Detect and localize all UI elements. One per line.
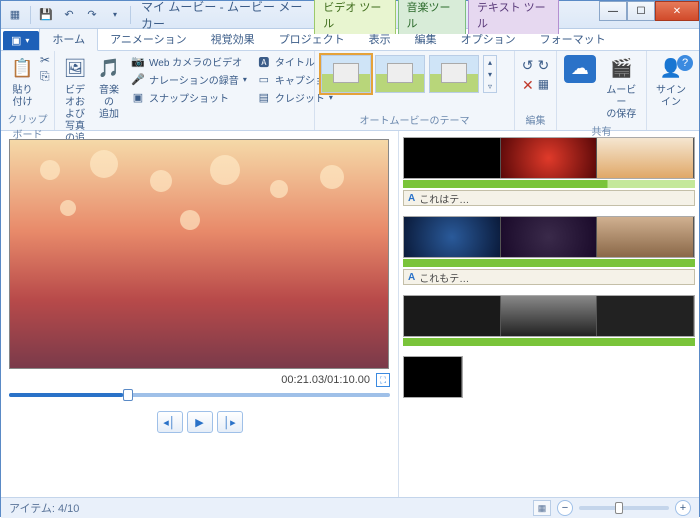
caption-icon: ▭ [257, 73, 271, 87]
theme-thumb-2[interactable] [375, 55, 425, 93]
ribbon: 📋 貼り 付け ✂ ⎘ クリップボード 🖼 ビデオおよび 写真の追加 🎵 音楽の… [1, 51, 699, 131]
save-icon[interactable]: 💾 [36, 5, 56, 25]
seek-thumb[interactable] [123, 389, 133, 401]
select-all-icon[interactable]: ▦ [538, 77, 549, 94]
group-share-label: 共有 [561, 123, 642, 139]
prev-frame-button[interactable]: ◂│ [157, 411, 183, 433]
undo-icon[interactable]: ↶ [59, 5, 79, 25]
snapshot-button[interactable]: ▣スナップショット [127, 89, 251, 106]
theme-thumb-3[interactable] [429, 55, 479, 93]
preview-video[interactable] [9, 139, 389, 369]
theme-thumb-1[interactable] [321, 55, 371, 93]
narration-button[interactable]: 🎤ナレーションの録音▾ [127, 71, 251, 88]
file-tab[interactable]: ▣▾ [3, 31, 39, 50]
fullscreen-icon[interactable]: ⛶ [376, 373, 390, 387]
title-icon: 🅰 [257, 55, 271, 69]
contextual-tabs: ビデオ ツール 音楽ツール テキスト ツール [314, 0, 559, 34]
close-button[interactable]: ✕ [655, 1, 699, 21]
preview-pane: 00:21.03/01:10.00 ⛶ ◂│ ▶ │▸ [1, 131, 399, 497]
text-overlay-2[interactable]: Aこれもテ… [403, 269, 695, 285]
group-edit-label: 編集 [519, 112, 552, 128]
group-themes-label: オートムービーのテーマ [319, 112, 510, 128]
snapshot-icon: ▣ [131, 91, 145, 105]
context-tab-video[interactable]: ビデオ ツール [314, 0, 395, 34]
minimize-button[interactable]: — [599, 1, 627, 21]
timeline-pane[interactable]: Aこれはテ… Aこれもテ… [399, 131, 699, 497]
window-title: マイ ムービー - ムービー メーカー [141, 0, 314, 32]
rotate-right-icon[interactable]: ↻ [538, 57, 550, 74]
time-display: 00:21.03/01:10.00 [281, 374, 370, 386]
clip-row-2[interactable]: Aこれもテ… [403, 216, 695, 285]
media-icon: 🖼 [61, 55, 89, 83]
tab-home[interactable]: ホーム [39, 27, 98, 51]
qat-dropdown-icon[interactable]: ▾ [105, 5, 125, 25]
seek-bar[interactable] [9, 393, 390, 397]
context-tab-text[interactable]: テキスト ツール [468, 0, 559, 34]
zoom-out-button[interactable]: − [557, 500, 573, 516]
next-frame-button[interactable]: │▸ [217, 411, 243, 433]
delete-icon[interactable]: ✕ [522, 77, 534, 94]
onedrive-button[interactable]: ☁ [561, 53, 599, 87]
copy-icon[interactable]: ⎘ [40, 69, 50, 84]
view-thumbnails-icon[interactable]: ▦ [533, 500, 551, 516]
paste-icon: 📋 [8, 55, 36, 83]
workspace: 00:21.03/01:10.00 ⛶ ◂│ ▶ │▸ Aこれはテ… [1, 131, 699, 497]
help-icon[interactable]: ? [677, 55, 693, 71]
save-movie-icon: 🎬 [607, 55, 635, 83]
save-movie-button[interactable]: 🎬 ムービー の保存 [601, 53, 642, 123]
add-music-button[interactable]: 🎵 音楽の 追加 [93, 53, 125, 123]
play-controls: ◂│ ▶ │▸ [9, 411, 390, 433]
rotate-left-icon[interactable]: ↺ [522, 57, 534, 74]
quick-access-toolbar: ▦ 💾 ↶ ↷ ▾ [1, 5, 133, 25]
context-tab-audio[interactable]: 音楽ツール [398, 0, 466, 34]
gallery-down-icon[interactable]: ▾ [484, 68, 496, 80]
cloud-icon: ☁ [564, 55, 596, 83]
clip-row-1[interactable]: Aこれはテ… [403, 137, 695, 206]
clip-row-3[interactable] [403, 295, 695, 346]
zoom-in-button[interactable]: + [675, 500, 691, 516]
statusbar: アイテム: 4/10 ▦ − + [1, 497, 699, 518]
zoom-slider[interactable] [579, 506, 669, 510]
play-button[interactable]: ▶ [187, 411, 213, 433]
status-items: アイテム: 4/10 [9, 500, 79, 516]
maximize-button[interactable]: ☐ [627, 1, 655, 21]
zoom-thumb[interactable] [615, 502, 623, 514]
cut-icon[interactable]: ✂ [40, 53, 50, 67]
paste-button[interactable]: 📋 貼り 付け [5, 53, 40, 111]
titlebar: ▦ 💾 ↶ ↷ ▾ マイ ムービー - ムービー メーカー ビデオ ツール 音楽… [1, 1, 699, 29]
app-icon[interactable]: ▦ [5, 5, 25, 25]
credits-icon: ▤ [257, 91, 271, 105]
gallery-scroll: ▴ ▾ ▿ [483, 55, 497, 93]
theme-gallery: ▴ ▾ ▿ [319, 53, 499, 95]
mic-icon: 🎤 [131, 73, 145, 87]
music-icon: 🎵 [95, 55, 123, 83]
webcam-icon: 📷 [131, 55, 145, 69]
gallery-more-icon[interactable]: ▿ [484, 80, 496, 92]
group-clipboard-label: クリップボード [5, 111, 50, 142]
text-overlay-1[interactable]: Aこれはテ… [403, 190, 695, 206]
redo-icon[interactable]: ↷ [82, 5, 102, 25]
gallery-up-icon[interactable]: ▴ [484, 56, 496, 68]
webcam-button[interactable]: 📷Web カメラのビデオ [127, 53, 251, 70]
clip-row-4[interactable] [403, 356, 695, 398]
